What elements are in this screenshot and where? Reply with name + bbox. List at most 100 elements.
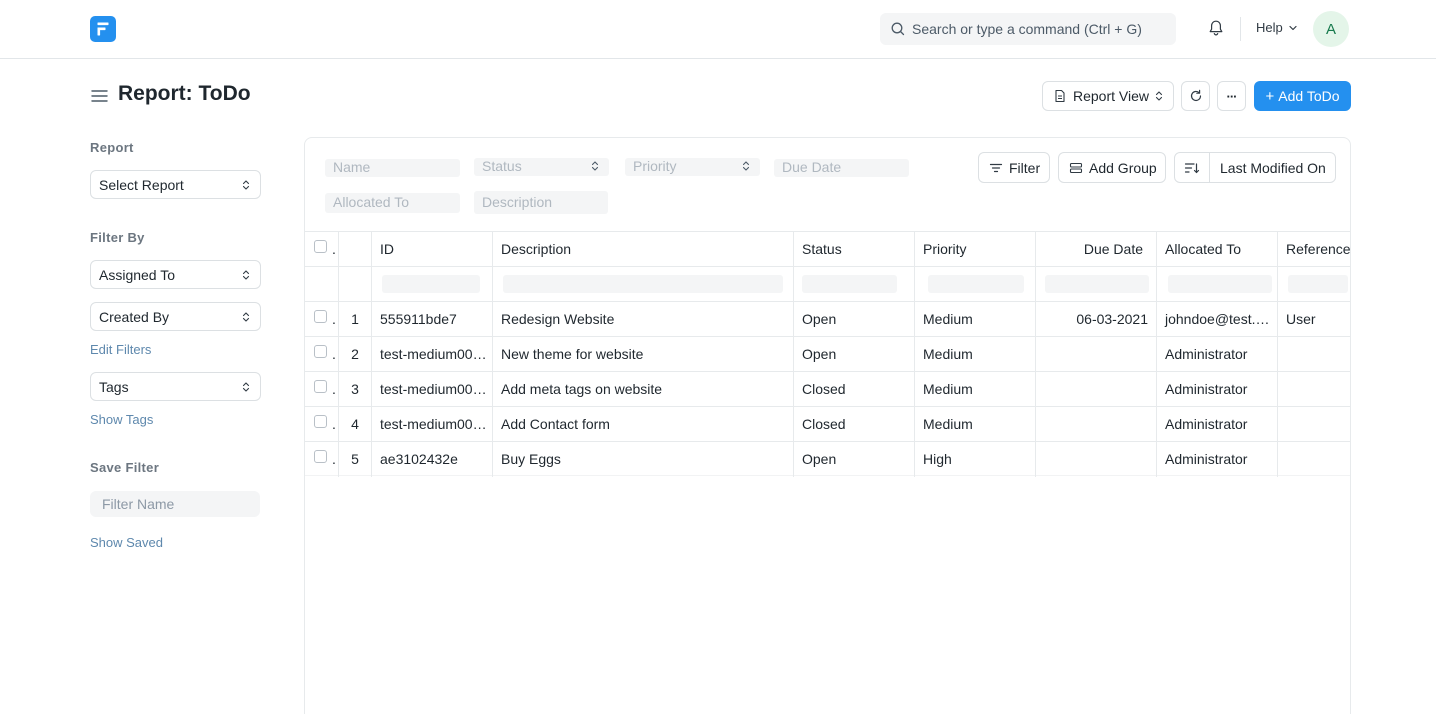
cell-status[interactable]: Closed (794, 407, 915, 442)
row-checkbox[interactable] (314, 450, 327, 463)
priority-filter-field[interactable]: Priority (625, 158, 760, 176)
filter-row-cell[interactable] (1278, 267, 1350, 302)
cell-priority[interactable]: Medium (915, 337, 1036, 372)
name-filter-field[interactable]: Name (325, 159, 460, 177)
cell-allocated-to[interactable]: Administrator (1157, 442, 1278, 477)
cell-status[interactable]: Open (794, 442, 915, 477)
filter-row-cell[interactable] (1157, 267, 1278, 302)
show-saved-link[interactable]: Show Saved (90, 535, 163, 550)
cell-reference[interactable]: User (1278, 302, 1350, 337)
filter-row-input[interactable] (382, 275, 480, 293)
status-filter-field[interactable]: Status (474, 158, 609, 176)
cell-reference[interactable] (1278, 372, 1350, 407)
cell-allocated-to[interactable]: Administrator (1157, 372, 1278, 407)
cell-id[interactable]: test-medium00… (372, 337, 493, 372)
cell-status[interactable]: Open (794, 302, 915, 337)
cell-due-date[interactable] (1036, 372, 1157, 407)
frappe-logo-icon (97, 22, 109, 36)
cell-status[interactable]: Open (794, 337, 915, 372)
cell-description[interactable]: New theme for website (493, 337, 794, 372)
filter-row-input[interactable] (1168, 275, 1272, 293)
cell-description[interactable]: Add Contact form (493, 407, 794, 442)
filter-row-cell[interactable] (915, 267, 1036, 302)
cell-description[interactable]: Redesign Website (493, 302, 794, 337)
table-row[interactable]: . 2 test-medium00… New theme for website… (305, 336, 1350, 372)
table-row[interactable]: . 4 test-medium00… Add Contact form Clos… (305, 406, 1350, 442)
row-checkbox[interactable] (314, 345, 327, 358)
cell-priority[interactable]: Medium (915, 302, 1036, 337)
cell-due-date[interactable] (1036, 407, 1157, 442)
user-avatar[interactable]: A (1313, 11, 1349, 47)
cell-priority[interactable]: Medium (915, 372, 1036, 407)
cell-allocated-to[interactable]: johndoe@test.… (1157, 302, 1278, 337)
more-actions-button[interactable]: ··· (1217, 81, 1246, 111)
created-by-dropdown[interactable]: Created By (90, 302, 261, 331)
assigned-to-dropdown[interactable]: Assigned To (90, 260, 261, 289)
column-header-reference[interactable]: Reference (1278, 232, 1350, 267)
cell-reference[interactable] (1278, 407, 1350, 442)
row-checkbox[interactable] (314, 380, 327, 393)
column-header-allocated-to[interactable]: Allocated To (1157, 232, 1278, 267)
sidebar-toggle-icon[interactable] (91, 89, 109, 103)
edit-filters-link[interactable]: Edit Filters (90, 342, 151, 357)
awesomebar[interactable] (880, 13, 1176, 45)
filter-row-cell[interactable] (1036, 267, 1157, 302)
filter-row-input[interactable] (928, 275, 1024, 293)
cell-id[interactable]: test-medium00… (372, 407, 493, 442)
cell-description[interactable]: Buy Eggs (493, 442, 794, 477)
filter-row-input[interactable] (503, 275, 783, 293)
show-tags-link[interactable]: Show Tags (90, 412, 153, 427)
cell-allocated-to[interactable]: Administrator (1157, 407, 1278, 442)
filter-row-input[interactable] (1288, 275, 1348, 293)
filter-button[interactable]: Filter (978, 152, 1050, 183)
column-header-id[interactable]: ID (372, 232, 493, 267)
cell-priority[interactable]: High (915, 442, 1036, 477)
select-all-checkbox[interactable] (314, 240, 327, 253)
filter-row-cell (339, 267, 372, 302)
column-header-status[interactable]: Status (794, 232, 915, 267)
cell-due-date[interactable] (1036, 337, 1157, 372)
navbar-divider (1240, 17, 1241, 41)
report-view-switcher[interactable]: Report View (1042, 81, 1174, 111)
filter-row-cell[interactable] (493, 267, 794, 302)
cell-reference[interactable] (1278, 337, 1350, 372)
column-header-description[interactable]: Description (493, 232, 794, 267)
cell-allocated-to[interactable]: Administrator (1157, 337, 1278, 372)
table-row[interactable]: . 1 555911bde7 Redesign Website Open Med… (305, 301, 1350, 337)
row-checkbox[interactable] (314, 310, 327, 323)
filter-name-input[interactable] (90, 491, 260, 517)
refresh-button[interactable] (1181, 81, 1210, 111)
cell-id[interactable]: 555911bde7 (372, 302, 493, 337)
select-report-dropdown[interactable]: Select Report (90, 170, 261, 199)
app-logo[interactable] (90, 16, 116, 42)
table-row[interactable]: . 5 ae3102432e Buy Eggs Open High Admini… (305, 441, 1350, 477)
filter-row-input[interactable] (802, 275, 897, 293)
due-date-filter-field[interactable]: Due Date (774, 159, 909, 177)
sort-order-button[interactable] (1174, 152, 1210, 183)
column-header-priority[interactable]: Priority (915, 232, 1036, 267)
cell-priority[interactable]: Medium (915, 407, 1036, 442)
cell-due-date[interactable]: 06-03-2021 (1036, 302, 1157, 337)
cell-reference[interactable] (1278, 442, 1350, 477)
allocated-to-filter-field[interactable]: Allocated To (325, 193, 460, 213)
column-header-due-date[interactable]: Due Date (1036, 232, 1157, 267)
filter-row-input[interactable] (1045, 275, 1149, 293)
filter-row-cell[interactable] (372, 267, 493, 302)
cell-due-date[interactable] (1036, 442, 1157, 477)
filter-row-cell[interactable] (794, 267, 915, 302)
table-row[interactable]: . 3 test-medium00… Add meta tags on webs… (305, 371, 1350, 407)
help-dropdown[interactable]: Help (1256, 20, 1298, 35)
search-input[interactable] (910, 13, 1170, 45)
tags-dropdown[interactable]: Tags (90, 372, 261, 401)
cell-status[interactable]: Closed (794, 372, 915, 407)
notification-bell-icon[interactable] (1206, 18, 1226, 38)
add-todo-button[interactable]: + Add ToDo (1254, 81, 1351, 111)
cell-description[interactable]: Add meta tags on website (493, 372, 794, 407)
add-group-button[interactable]: Add Group (1058, 152, 1166, 183)
description-filter-field[interactable]: Description (474, 191, 608, 214)
avatar-initial: A (1325, 20, 1336, 38)
cell-id[interactable]: ae3102432e (372, 442, 493, 477)
row-checkbox[interactable] (314, 415, 327, 428)
cell-id[interactable]: test-medium00… (372, 372, 493, 407)
sort-field-button[interactable]: Last Modified On (1209, 152, 1336, 183)
